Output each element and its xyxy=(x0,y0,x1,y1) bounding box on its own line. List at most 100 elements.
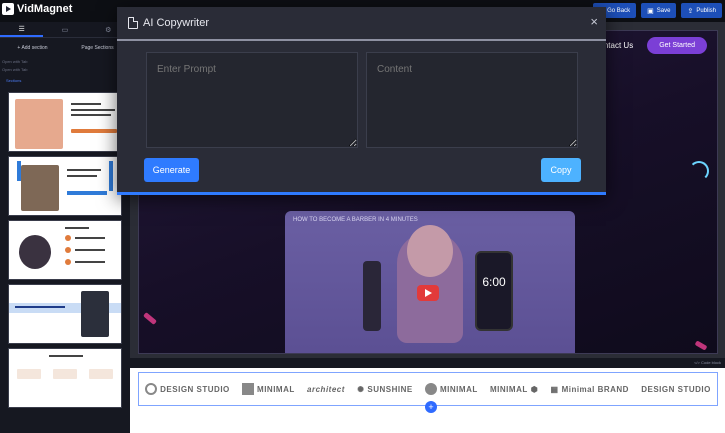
go-back-label: Go Back xyxy=(607,7,631,14)
thumb-button xyxy=(67,191,107,195)
sidebar-action-row: + Add section Page Sections xyxy=(0,38,130,58)
tab-pages[interactable]: ▭ xyxy=(43,22,86,37)
partner-logo-text: DESIGN STUDIO xyxy=(160,384,230,394)
page-icon: ▭ xyxy=(61,26,69,34)
square-logo-icon xyxy=(242,383,255,395)
thumb-image xyxy=(19,235,51,269)
ai-copywriter-modal: AI Copywriter × Generate Copy xyxy=(117,7,606,195)
thumb-line xyxy=(71,103,101,105)
play-icon[interactable] xyxy=(417,285,439,301)
modal-title: AI Copywriter xyxy=(143,17,210,29)
thumb-bullet xyxy=(65,259,71,265)
thumb-line xyxy=(75,249,105,251)
section-thumbnail[interactable] xyxy=(8,92,122,152)
phone-time: 6:00 xyxy=(482,275,506,289)
prompt-input[interactable] xyxy=(146,52,358,148)
sidebar-tabs: ☰ ▭ ⚙ xyxy=(0,22,130,38)
thumb-line xyxy=(75,237,105,239)
left-sidebar: ☰ ▭ ⚙ + Add section Page Sections Open w… xyxy=(0,22,130,433)
decorative-ring xyxy=(689,161,709,181)
thumb-accent xyxy=(109,161,113,191)
section-thumbnail[interactable] xyxy=(8,348,122,408)
hexagon-logo-icon: ⬢ xyxy=(530,384,539,394)
logo-play-icon xyxy=(2,3,14,15)
thumb-button xyxy=(71,129,117,133)
partner-logo: ▦ Minimal BRAND xyxy=(551,385,629,394)
thumb-line xyxy=(15,306,65,308)
partner-logo: MINIMAL xyxy=(242,383,295,395)
partner-logo: DESIGN STUDIO xyxy=(145,383,230,395)
video-title: HOW TO BECOME A BARBER IN 4 MINUTES xyxy=(293,217,418,223)
thumb-line xyxy=(67,169,101,171)
close-icon[interactable]: × xyxy=(590,14,598,29)
app-name: VidMagnet xyxy=(17,3,73,15)
partner-logo: ✺ SUNSHINE xyxy=(357,385,413,394)
publish-label: Publish xyxy=(696,7,716,14)
thumb-card xyxy=(17,369,41,379)
tab-sections[interactable]: ☰ xyxy=(0,22,44,37)
generate-button[interactable]: Generate xyxy=(144,158,199,182)
thumb-line xyxy=(67,175,97,177)
thumb-image xyxy=(81,291,109,337)
publish-icon: ⇪ xyxy=(687,7,694,15)
thumb-line xyxy=(71,114,111,116)
video-person-head xyxy=(407,225,453,277)
save-icon: ▣ xyxy=(647,7,654,15)
add-section-icon[interactable]: + xyxy=(425,401,437,413)
code-block-label[interactable]: </> Code block xyxy=(694,360,721,365)
partner-logo-text: DESIGN STUDIO xyxy=(641,384,711,394)
add-section-button[interactable]: + Add section xyxy=(0,45,65,51)
partner-logo-text: MINIMAL xyxy=(440,384,478,394)
thumb-card xyxy=(53,369,77,379)
partner-logo: architect xyxy=(307,385,345,394)
partner-logo-text: architect xyxy=(307,384,345,394)
partner-logo-text: SUNSHINE xyxy=(367,384,413,394)
video-phone-shape: 6:00 xyxy=(475,251,513,331)
top-actions: ⎋ Go Back ▣ Save ⇪ Publish xyxy=(592,3,722,18)
modal-header: AI Copywriter × xyxy=(117,7,606,41)
decorative-shape xyxy=(143,312,157,325)
thumb-line xyxy=(65,227,89,229)
section-thumbnail[interactable] xyxy=(8,284,122,344)
partner-logo: MINIMAL ⬢ xyxy=(490,385,538,394)
canvas-strip: </> Code block xyxy=(130,358,725,368)
video-trimmer-shape xyxy=(363,261,381,331)
thumb-accent xyxy=(17,161,21,181)
document-icon xyxy=(128,17,138,29)
sun-logo-icon: ✺ xyxy=(357,384,365,394)
thumb-bullet xyxy=(65,235,71,241)
decorative-shape xyxy=(694,340,708,351)
publish-button[interactable]: ⇪ Publish xyxy=(681,3,722,18)
sections-title: Sections xyxy=(6,78,22,83)
thumb-line xyxy=(49,355,83,357)
partner-logo: MINIMAL xyxy=(425,383,478,395)
app-logo[interactable]: VidMagnet xyxy=(2,3,72,15)
sidebar-hint: Open with Tab xyxy=(2,59,28,64)
partner-logo-text: Minimal BRAND xyxy=(561,384,629,394)
thumb-image xyxy=(15,99,63,149)
partner-logo-text: MINIMAL xyxy=(490,384,528,394)
thumb-line xyxy=(71,109,115,111)
get-started-button[interactable]: Get Started xyxy=(647,37,707,54)
partner-logo: DESIGN STUDIO xyxy=(641,385,711,394)
gear-icon: ⚙ xyxy=(105,26,112,34)
layers-icon: ☰ xyxy=(18,25,25,33)
circle-logo-icon xyxy=(425,383,438,395)
section-thumbnail[interactable] xyxy=(8,220,122,280)
thumb-image xyxy=(21,165,59,211)
thumb-card xyxy=(89,369,113,379)
circle-logo-icon xyxy=(145,383,158,395)
thumb-line xyxy=(75,261,105,263)
sidebar-hint: Open with Tab xyxy=(2,67,28,72)
grid-logo-icon: ▦ xyxy=(550,384,559,394)
content-output[interactable] xyxy=(366,52,578,148)
section-thumbnail[interactable] xyxy=(8,156,122,216)
video-embed[interactable]: HOW TO BECOME A BARBER IN 4 MINUTES 6:00 xyxy=(285,211,575,353)
thumb-bullet xyxy=(65,247,71,253)
logos-section[interactable]: DESIGN STUDIO MINIMAL architect ✺ SUNSHIN… xyxy=(130,368,725,433)
copy-button[interactable]: Copy xyxy=(541,158,581,182)
hero-nav: Contact Us Get Started xyxy=(594,37,707,54)
save-button[interactable]: ▣ Save xyxy=(641,3,677,18)
partner-logo-text: MINIMAL xyxy=(257,384,295,394)
save-label: Save xyxy=(656,7,671,14)
